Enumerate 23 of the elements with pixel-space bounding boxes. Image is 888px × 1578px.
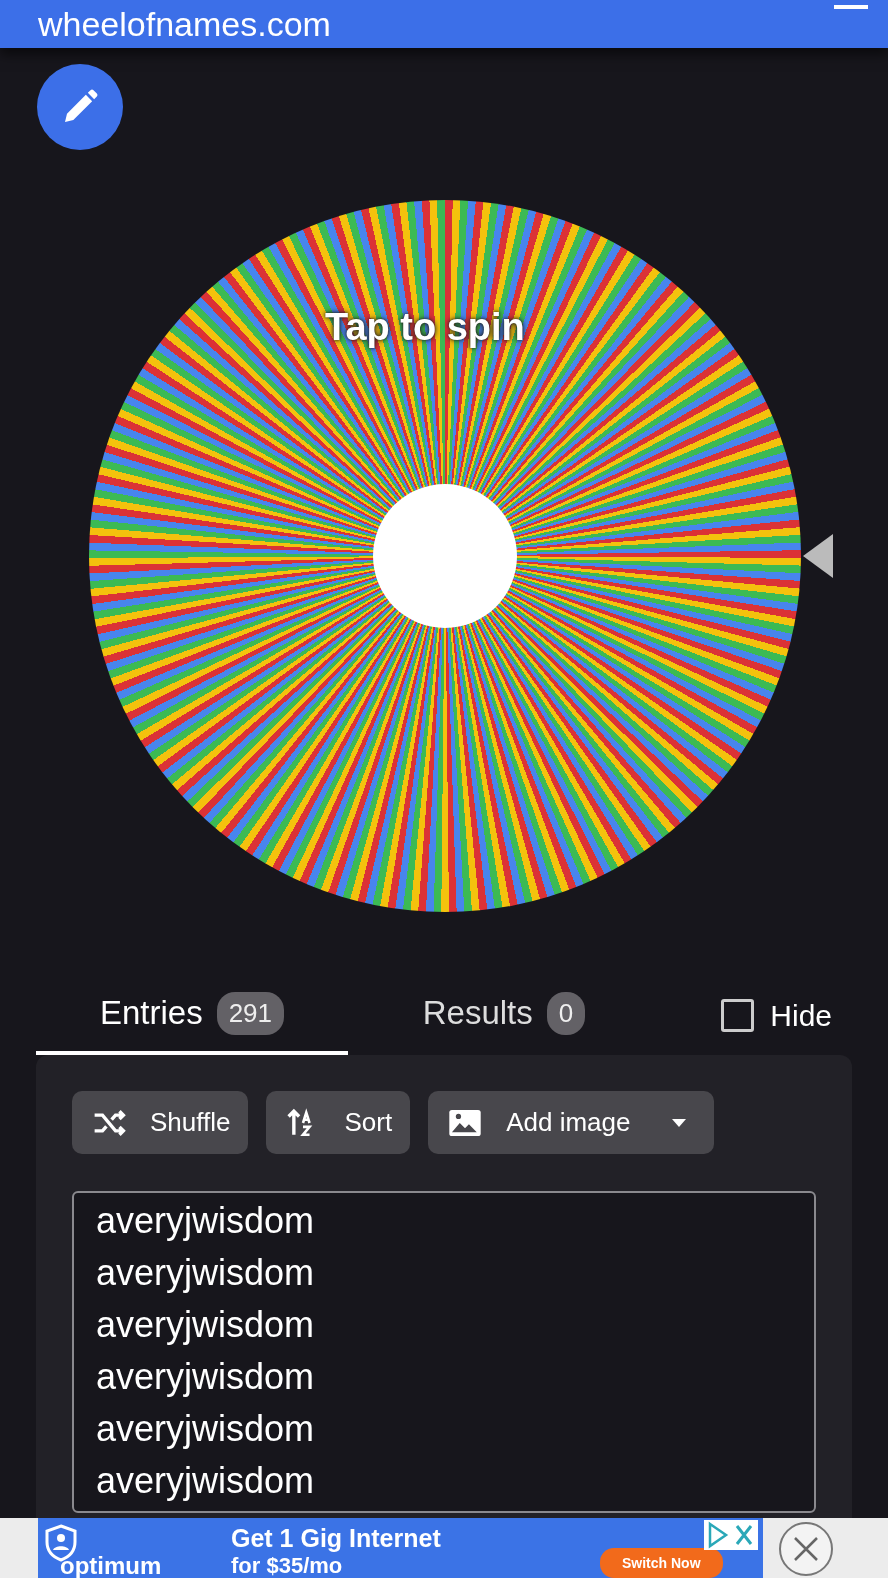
entry-line: averyjwisdom: [96, 1199, 316, 1243]
sort-button[interactable]: Sort: [266, 1091, 411, 1154]
entries-field[interactable]: averyjwisdom averyjwisdom averyjwisdom averyjwisdom averyjwisdom averyjwisdom: [72, 1191, 816, 1513]
count-badge: 291: [216, 991, 285, 1035]
checkbox-label[interactable]: Hide: [770, 992, 832, 1038]
entry-line: averyjwisdom: [96, 1407, 316, 1451]
checkbox[interactable]: [721, 998, 755, 1032]
entry-line: averyjwisdom: [96, 1459, 316, 1503]
adchoices-icon[interactable]: [704, 1520, 758, 1550]
close-icon[interactable]: [779, 1522, 833, 1576]
tab-label: Results: [422, 993, 533, 1034]
ad-headline: Get 1 Gig Internet: [231, 1524, 441, 1552]
entry-line: averyjwisdom: [96, 1303, 316, 1347]
image-button[interactable]: Add image: [428, 1091, 715, 1154]
shuffle-button[interactable]: Shuffle: [72, 1091, 249, 1154]
ad-subline: for $35/mo: [231, 1554, 343, 1578]
caret-icon: [672, 1118, 687, 1127]
tab[interactable]: Results 0: [348, 975, 660, 1055]
entry-line: averyjwisdom: [96, 1251, 316, 1295]
pointer-icon: [803, 534, 833, 578]
entry-line: averyjwisdom: [96, 1355, 316, 1399]
tab-label: Entries: [99, 993, 203, 1034]
count-badge: 0: [546, 991, 586, 1035]
